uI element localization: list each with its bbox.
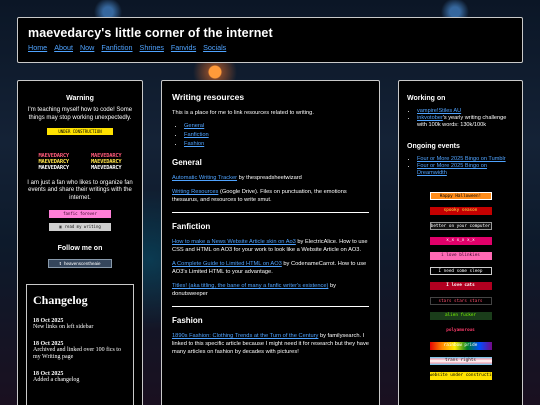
blinkie: x_x x_x x_x bbox=[429, 237, 492, 245]
warning-heading: Warning bbox=[66, 95, 94, 102]
resource-item: 1890s Fashion: Clothing Trends at the Tu… bbox=[172, 332, 369, 356]
resource-link[interactable]: Automatic Writing Tracker bbox=[172, 175, 237, 181]
resource-link[interactable]: 1890s Fashion: Clothing Trends at the Tu… bbox=[172, 333, 318, 339]
general-heading: General bbox=[172, 158, 202, 167]
resource-link[interactable]: How to make a News Website Article skin … bbox=[172, 239, 296, 245]
resource-item: Automatic Writing Tracker by thespreadsh… bbox=[172, 174, 369, 182]
blinkie: I need some sleep bbox=[429, 267, 492, 275]
resource-item: How to make a News Website Article skin … bbox=[172, 238, 369, 254]
section-divider bbox=[172, 306, 369, 307]
tumblr-icon: t bbox=[59, 261, 61, 267]
event-link[interactable]: Four or More 2025 Bingo on Tumblr bbox=[417, 156, 506, 162]
section-divider bbox=[172, 212, 369, 213]
warning-text: I'm teaching myself how to code! Some th… bbox=[27, 107, 133, 121]
nav-shrines[interactable]: Shrines bbox=[140, 43, 164, 52]
blinkie: spooky season bbox=[429, 207, 492, 215]
working-item: vampire!Stiles AU bbox=[417, 108, 514, 115]
changelog-text: Added a changelog bbox=[33, 377, 80, 384]
site-title: maevedarcy's little corner of the intern… bbox=[28, 26, 273, 40]
nav-about[interactable]: About bbox=[54, 43, 73, 52]
event-link[interactable]: Four or More 2025 Bingo on Dreamwidth bbox=[417, 163, 487, 176]
changelog-title: Changelog bbox=[33, 293, 88, 308]
tumblr-label: heavenscentheaie bbox=[63, 261, 101, 267]
logo-text: MAEVEDARCY bbox=[38, 165, 70, 172]
toc-fanfiction-link[interactable]: Fanfiction bbox=[184, 132, 209, 138]
intro-text: This is a place for me to link resources… bbox=[172, 110, 314, 116]
working-link[interactable]: inkvotober bbox=[417, 115, 443, 121]
logo-grid: MAEVEDARCY MAEVEDARCY MAEVEDARCY MAEVEDA… bbox=[29, 153, 131, 172]
event-item: Four or More 2025 Bingo on Dreamwidth bbox=[417, 163, 514, 177]
tumblr-badge[interactable]: t heavenscentheaie bbox=[48, 259, 112, 269]
resource-item: A Complete Guide to Limited HTML on AO3 … bbox=[172, 260, 369, 276]
nav-home[interactable]: Home bbox=[28, 43, 47, 52]
toc-fashion-link[interactable]: Fashion bbox=[184, 141, 204, 147]
fanfiction-heading: Fanfiction bbox=[172, 222, 211, 231]
resource-link[interactable]: Writing Resources bbox=[172, 189, 218, 195]
blinkie: stars stars stars bbox=[429, 297, 492, 305]
resource-item: Titles! (aka titling, the bane of many a… bbox=[172, 282, 369, 298]
page-title: Writing resources bbox=[172, 92, 245, 102]
main-nav: Home About Now Fanfiction Shrines Fanvid… bbox=[28, 43, 512, 52]
left-sidebar: Warning I'm teaching myself how to code!… bbox=[17, 80, 143, 405]
book-icon: ▣ bbox=[59, 224, 62, 230]
working-list: vampire!Stiles AU inkvotober's yearly wr… bbox=[407, 108, 514, 129]
blinkie: Happy Halloween! bbox=[429, 192, 492, 200]
changelog-text: New links on left sidebar bbox=[33, 324, 94, 331]
nav-now[interactable]: Now bbox=[80, 43, 94, 52]
blinkie: rainbow pride bbox=[429, 342, 492, 350]
under-construction-banner: UNDER CONSTRUCTION bbox=[47, 128, 113, 135]
blinkie: polyamorous bbox=[429, 327, 492, 335]
logo-text: MAEVEDARCY bbox=[91, 165, 122, 172]
blinkie: alien fucker bbox=[429, 312, 492, 320]
resource-link[interactable]: A Complete Guide to Limited HTML on AO3 bbox=[172, 261, 282, 267]
working-heading: Working on bbox=[407, 95, 446, 102]
event-item: Four or More 2025 Bingo on Tumblr bbox=[417, 156, 514, 163]
fanfic-button[interactable]: fanfic forever bbox=[49, 210, 111, 219]
blinkie: trans rights bbox=[429, 357, 492, 365]
toc-item: Fashion bbox=[184, 140, 369, 149]
changelog-text: Archived and linked over 100 fics to my … bbox=[33, 347, 121, 361]
blinkie: better on your computer bbox=[429, 222, 492, 230]
resource-link[interactable]: Titles! (aka titling, the bane of many a… bbox=[172, 283, 328, 289]
read-writing-label: read my writing bbox=[64, 224, 101, 230]
right-sidebar: Working on vampire!Stiles AU inkvotober'… bbox=[398, 80, 523, 405]
blinkie: website under construction bbox=[429, 372, 492, 380]
nav-socials[interactable]: Socials bbox=[203, 43, 226, 52]
fashion-heading: Fashion bbox=[172, 316, 203, 325]
toc-general-link[interactable]: General bbox=[184, 123, 204, 129]
blinkie-column: Happy Halloween! spooky season better on… bbox=[407, 192, 514, 380]
working-item: inkvotober's yearly writing challenge wi… bbox=[417, 115, 514, 129]
changelog-box: Changelog 18 Oct 2025 New links on left … bbox=[26, 284, 134, 405]
nav-fanfiction[interactable]: Fanfiction bbox=[101, 43, 132, 52]
working-link[interactable]: vampire!Stiles AU bbox=[417, 108, 461, 114]
blinkie: i love blinkies bbox=[429, 252, 492, 260]
follow-heading: Follow me on bbox=[57, 245, 103, 253]
read-writing-button[interactable]: ▣ read my writing bbox=[49, 223, 111, 232]
about-text: I am just a fan who likes to organize fa… bbox=[27, 179, 133, 201]
toc-item: Fanfiction bbox=[184, 131, 369, 140]
toc-item: General bbox=[184, 122, 369, 131]
blinkie: I love cats bbox=[429, 282, 492, 290]
main-content: Writing resources This is a place for me… bbox=[161, 80, 380, 405]
events-list: Four or More 2025 Bingo on Tumblr Four o… bbox=[407, 156, 514, 177]
nav-fanvids[interactable]: Fanvids bbox=[171, 43, 196, 52]
toc-list: General Fanfiction Fashion bbox=[172, 122, 369, 149]
events-heading: Ongoing events bbox=[407, 143, 460, 150]
resource-item: Writing Resources (Google Drive). Files … bbox=[172, 188, 369, 204]
resource-desc: by thespreadsheetwizard bbox=[237, 175, 302, 181]
header-panel: maevedarcy's little corner of the intern… bbox=[17, 17, 523, 63]
